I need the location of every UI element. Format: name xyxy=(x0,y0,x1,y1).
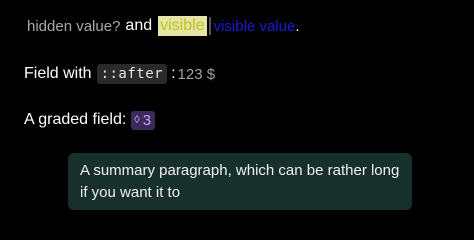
and-label: and xyxy=(125,17,153,34)
after-field-value: 123 $ xyxy=(177,65,216,83)
diamond-icon: ◊ xyxy=(134,114,140,126)
trailing-period: . xyxy=(295,17,300,35)
hidden-value-text: hidden value? xyxy=(27,17,121,35)
graded-field-label: A graded field: xyxy=(24,111,127,128)
inline-divider xyxy=(208,17,211,35)
visibility-line: hidden value? and visible visible value … xyxy=(27,14,299,38)
summary-box: A summary paragraph, which can be rather… xyxy=(68,153,412,210)
graded-field-line: A graded field: ◊ 3 xyxy=(24,108,156,132)
highlighted-visible-text: visible xyxy=(158,16,207,36)
grade-value: 3 xyxy=(142,111,152,129)
after-field-colon: : xyxy=(171,65,176,82)
after-field-line: Field with ::after : 123 $ xyxy=(24,62,215,86)
summary-text: A summary paragraph, which can be rather… xyxy=(80,162,400,201)
grade-badge: ◊ 3 xyxy=(131,110,156,130)
after-code-chip: ::after xyxy=(96,64,168,84)
visible-value-link[interactable]: visible value xyxy=(214,18,296,35)
after-field-label: Field with xyxy=(24,65,92,82)
